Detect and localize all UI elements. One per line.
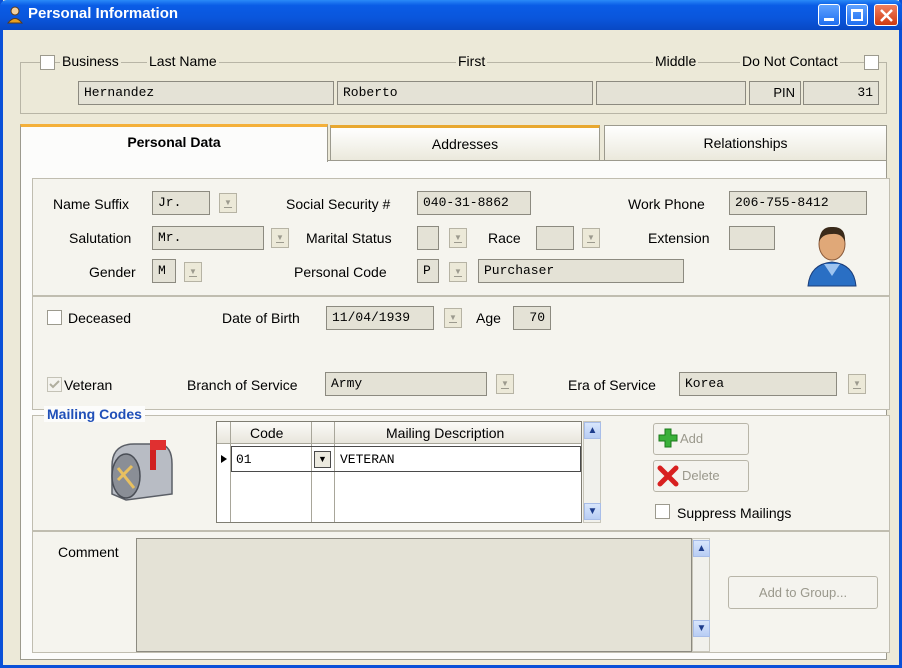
window-title: Personal Information (28, 5, 179, 22)
race-field[interactable] (536, 226, 574, 250)
add-to-group-button[interactable]: Add to Group... (728, 576, 878, 609)
mailing-codes-label: Mailing Codes (44, 406, 145, 422)
gender-label: Gender (89, 264, 136, 280)
salutation-label: Salutation (69, 230, 132, 246)
veteran-label: Veteran (64, 377, 113, 393)
grid-divider (230, 422, 231, 522)
suppress-mailings-checkbox[interactable] (655, 504, 670, 519)
scroll-up-button[interactable]: ▲ (584, 422, 601, 439)
tab-relationships[interactable]: Relationships (604, 125, 887, 160)
name-suffix-field[interactable]: Jr. (152, 191, 210, 215)
personal-code-dropdown-button[interactable] (449, 262, 467, 282)
close-icon (880, 9, 893, 22)
add-to-group-label: Add to Group... (758, 585, 848, 600)
row-pointer-icon (221, 455, 227, 463)
ssn-field[interactable]: 040-31-8862 (417, 191, 531, 215)
gender-field[interactable]: M (152, 259, 176, 283)
plus-icon (658, 428, 678, 448)
date-of-birth-dropdown-button[interactable] (444, 308, 462, 328)
last-name-field[interactable]: Hernandez (78, 81, 334, 105)
middle-name-field[interactable] (596, 81, 746, 105)
marital-status-dropdown-button[interactable] (449, 228, 467, 248)
marital-status-field[interactable] (417, 226, 439, 250)
personal-code-field[interactable]: P (417, 259, 439, 283)
branch-of-service-label: Branch of Service (187, 377, 298, 393)
date-of-birth-label: Date of Birth (222, 310, 300, 326)
deceased-label: Deceased (68, 310, 132, 326)
personal-code-label: Personal Code (294, 264, 387, 280)
scroll-down-button[interactable]: ▼ (584, 503, 601, 520)
delete-x-icon (657, 465, 679, 487)
branch-of-service-field[interactable]: Army (325, 372, 487, 396)
business-checkbox[interactable] (40, 55, 55, 70)
age-label: Age (476, 310, 501, 326)
race-label: Race (488, 230, 521, 246)
salutation-dropdown-button[interactable] (271, 228, 289, 248)
extension-label: Extension (648, 230, 710, 246)
date-of-birth-field[interactable]: 11/04/1939 (326, 306, 434, 330)
deceased-checkbox[interactable] (47, 310, 62, 325)
pin-label: PIN (749, 81, 801, 105)
close-button[interactable] (874, 4, 898, 26)
tab-addresses[interactable]: Addresses (330, 125, 600, 160)
tab-personal-data-label: Personal Data (127, 134, 221, 150)
name-suffix-dropdown-button[interactable] (219, 193, 237, 213)
checkmark-icon (49, 380, 60, 389)
branch-of-service-dropdown-button[interactable] (496, 374, 514, 394)
maximize-button[interactable] (846, 4, 868, 26)
do-not-contact-checkbox[interactable] (864, 55, 879, 70)
minimize-button[interactable] (818, 4, 840, 26)
veteran-checkbox[interactable] (47, 377, 62, 392)
user-avatar-icon (807, 226, 857, 287)
comment-scroll-up-button[interactable]: ▲ (693, 540, 710, 557)
pin-field[interactable]: 31 (803, 81, 879, 105)
grid-col-description[interactable]: Mailing Description (386, 425, 504, 441)
age-field: 70 (513, 306, 551, 330)
comment-textarea[interactable] (136, 538, 692, 652)
tab-addresses-label: Addresses (431, 136, 499, 152)
table-row[interactable] (231, 446, 581, 472)
tab-relationships-label: Relationships (703, 135, 788, 151)
salutation-field[interactable]: Mr. (152, 226, 264, 250)
row-description-cell: VETERAN (340, 452, 395, 467)
comment-label: Comment (58, 544, 119, 560)
row-code-dropdown-button[interactable]: ▼ (314, 451, 331, 468)
suppress-mailings-label: Suppress Mailings (677, 505, 792, 521)
comment-scroll-down-button[interactable]: ▼ (693, 620, 710, 637)
era-of-service-label: Era of Service (568, 377, 656, 393)
tab-personal-data[interactable]: Personal Data (20, 124, 328, 162)
first-name-label: First (456, 53, 488, 69)
first-name-field[interactable]: Roberto (337, 81, 593, 105)
grid-divider (311, 422, 312, 522)
name-suffix-label: Name Suffix (53, 196, 129, 212)
era-of-service-field[interactable]: Korea (679, 372, 837, 396)
era-of-service-dropdown-button[interactable] (848, 374, 866, 394)
race-dropdown-button[interactable] (582, 228, 600, 248)
gender-dropdown-button[interactable] (184, 262, 202, 282)
grid-divider (334, 422, 335, 522)
business-label: Business (60, 53, 121, 69)
person-icon (7, 6, 23, 24)
last-name-label: Last Name (147, 53, 219, 69)
personal-code-description: Purchaser (478, 259, 684, 283)
middle-name-label: Middle (653, 53, 699, 69)
row-code-cell[interactable]: 01 (236, 452, 252, 467)
delete-button-label: Delete (682, 468, 720, 483)
do-not-contact-label: Do Not Contact (740, 53, 840, 69)
marital-status-label: Marital Status (306, 230, 392, 246)
ssn-label: Social Security # (286, 196, 391, 212)
work-phone-field[interactable]: 206-755-8412 (729, 191, 867, 215)
mailbox-icon (111, 440, 173, 501)
work-phone-label: Work Phone (628, 196, 705, 212)
add-button-label: Add (680, 431, 704, 446)
extension-field[interactable] (729, 226, 775, 250)
grid-col-code[interactable]: Code (250, 425, 283, 441)
